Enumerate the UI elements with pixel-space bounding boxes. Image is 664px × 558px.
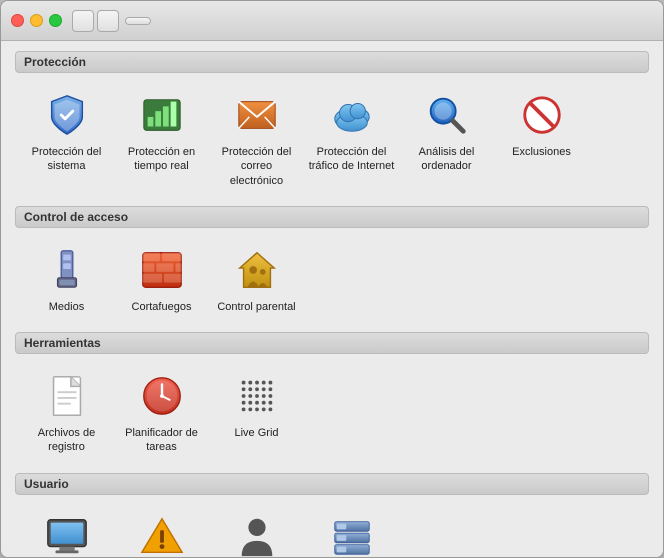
clock-icon: [136, 370, 188, 422]
shield-icon: [41, 89, 93, 141]
item-label-proteccion-correo: Protección del correo electrónico: [213, 145, 300, 188]
section-items-proteccion: Protección del sistema Protección en tie…: [15, 77, 649, 200]
item-proteccion-correo[interactable]: Protección del correo electrónico: [209, 83, 304, 194]
back-button[interactable]: [72, 10, 94, 32]
section-proteccion: Protección Protección del sistema Protec…: [15, 51, 649, 200]
main-window: Protección Protección del sistema Protec…: [0, 0, 664, 558]
item-live-grid[interactable]: Live Grid: [209, 364, 304, 461]
titlebar: [1, 1, 663, 41]
section-header-proteccion: Protección: [15, 51, 649, 73]
firewall-icon: [136, 244, 188, 296]
item-label-proteccion-sistema: Protección del sistema: [23, 145, 110, 174]
section-items-usuario: Interfaz Alertas y notificaciones Privil…: [15, 499, 649, 557]
content-area: Protección Protección del sistema Protec…: [1, 41, 663, 557]
nav-buttons: [72, 10, 119, 32]
item-label-control-parental: Control parental: [217, 300, 295, 314]
usb-icon: [41, 244, 93, 296]
item-interfaz[interactable]: Interfaz: [19, 505, 114, 557]
item-cortafuegos[interactable]: Cortafuegos: [114, 238, 209, 320]
section-header-usuario: Usuario: [15, 473, 649, 495]
cloud-icon: [326, 89, 378, 141]
item-proteccion-trafico[interactable]: Protección del tráfico de Internet: [304, 83, 399, 194]
item-label-proteccion-tiempo-real: Protección en tiempo real: [118, 145, 205, 174]
stack-icon: [326, 511, 378, 557]
document-icon: [41, 370, 93, 422]
show-all-button[interactable]: [125, 17, 151, 25]
traffic-lights: [11, 14, 62, 27]
section-herramientas: Herramientas Archivos de registro Planif…: [15, 332, 649, 467]
warning-icon: [136, 511, 188, 557]
minimize-button[interactable]: [30, 14, 43, 27]
item-label-analisis-ordenador: Análisis del ordenador: [403, 145, 490, 174]
item-label-cortafuegos: Cortafuegos: [132, 300, 192, 314]
item-label-medios: Medios: [49, 300, 84, 314]
grid-dots-icon: [231, 370, 283, 422]
magnifier-icon: [421, 89, 473, 141]
item-analisis-ordenador[interactable]: Análisis del ordenador: [399, 83, 494, 194]
section-items-herramientas: Archivos de registro Planificador de tar…: [15, 358, 649, 467]
section-items-control-acceso: Medios Cortafuegos: [15, 232, 649, 326]
item-planificador-tareas[interactable]: Planificador de tareas: [114, 364, 209, 461]
section-header-herramientas: Herramientas: [15, 332, 649, 354]
forward-button[interactable]: [97, 10, 119, 32]
item-proteccion-sistema[interactable]: Protección del sistema: [19, 83, 114, 194]
item-label-live-grid: Live Grid: [234, 426, 278, 440]
item-label-proteccion-trafico: Protección del tráfico de Internet: [308, 145, 395, 174]
item-control-parental[interactable]: Control parental: [209, 238, 304, 320]
mail-icon: [231, 89, 283, 141]
close-button[interactable]: [11, 14, 24, 27]
item-menu-contextual[interactable]: Menú contextual: [304, 505, 399, 557]
item-exclusiones[interactable]: Exclusiones: [494, 83, 589, 194]
item-privilegios[interactable]: Privilegios: [209, 505, 304, 557]
forbidden-icon: [516, 89, 568, 141]
item-alertas-notificaciones[interactable]: Alertas y notificaciones: [114, 505, 209, 557]
item-label-archivos-registro: Archivos de registro: [23, 426, 110, 455]
monitor-icon: [41, 511, 93, 557]
section-control-acceso: Control de acceso Medios Cortafuegos: [15, 206, 649, 326]
maximize-button[interactable]: [49, 14, 62, 27]
section-header-control-acceso: Control de acceso: [15, 206, 649, 228]
item-medios[interactable]: Medios: [19, 238, 114, 320]
item-proteccion-tiempo-real[interactable]: Protección en tiempo real: [114, 83, 209, 194]
chart-bar-icon: [136, 89, 188, 141]
section-usuario: Usuario Interfaz Alertas y notificacione…: [15, 473, 649, 557]
parental-icon: [231, 244, 283, 296]
item-archivos-registro[interactable]: Archivos de registro: [19, 364, 114, 461]
person-icon: [231, 511, 283, 557]
item-label-exclusiones: Exclusiones: [512, 145, 571, 159]
item-label-planificador-tareas: Planificador de tareas: [118, 426, 205, 455]
